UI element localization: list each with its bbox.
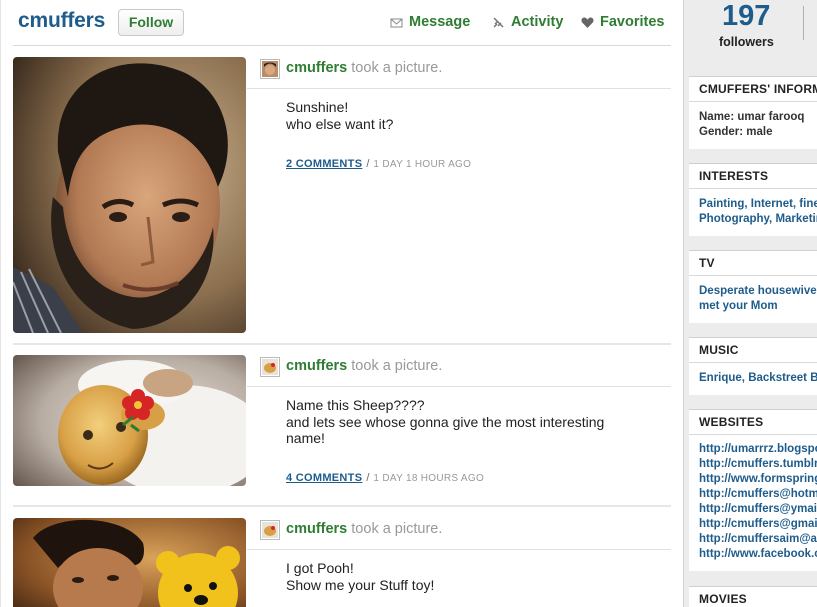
caption-line: Sunshine! [286,99,349,115]
avatar-image [262,359,278,375]
music-body: Enrique, Backstreet Boys [689,363,817,395]
info-gender: Gender: male [699,126,773,138]
music-line[interactable]: Enrique, Backstreet Boys [699,371,817,386]
caption-line: I got Pooh! [286,560,354,576]
portrait-photo [13,57,246,333]
interests-section: INTERESTS Painting, Internet, fine arts … [689,163,817,236]
main-column: cmuffers Follow Message Activity Favorit… [0,0,682,607]
tv-line[interactable]: Desperate housewives, How I [699,284,817,299]
websites-section: WEBSITES http://umarrrz.blogspot.com htt… [689,409,817,571]
profile-username[interactable]: cmuffers [18,9,105,33]
message-link[interactable]: Message [390,14,470,30]
activity-link[interactable]: Activity [492,14,563,30]
post-item: cmuffers took a picture. Name this Sheep… [13,355,671,510]
post-action: took a picture. [351,60,443,76]
music-title: MUSIC [689,338,817,363]
caption-line: Show me your Stuff toy! [286,576,435,593]
sheep-photo [13,355,246,486]
post-caption: Sunshine! who else want it? [286,99,393,132]
post-footer: 4 COMMENTS /1 DAY 18 HOURS AGO [286,472,484,484]
website-link[interactable]: http://www.formspring.me [699,472,817,487]
comments-link[interactable]: 4 COMMENTS [286,472,362,484]
caption-line: Name this Sheep???? [286,397,425,413]
website-link[interactable]: http://cmuffersaim@aol.com [699,532,817,547]
tv-line[interactable]: met your Mom [699,299,817,314]
heart-icon [581,16,594,28]
post-meta-divider [247,386,671,387]
post-timestamp: 1 DAY 18 HOURS AGO [373,473,485,484]
pooh-photo [13,518,246,607]
post-photo[interactable] [13,518,246,607]
header-divider [13,45,671,46]
post-photo[interactable] [13,57,246,333]
tv-title: TV [689,251,817,276]
followers-count: 197 [722,0,771,32]
website-link[interactable]: http://www.facebook.com [699,547,817,562]
tv-body: Desperate housewives, How I met your Mom [689,276,817,323]
message-label: Message [409,14,471,30]
website-link[interactable]: http://cmuffers@ymail.com [699,502,817,517]
post-meta: cmuffers took a picture. [286,358,442,374]
followers-label: followers [719,35,774,49]
favorites-link[interactable]: Favorites [581,14,664,30]
website-link[interactable]: http://cmuffers@hotmail.com [699,487,817,502]
post-author-link[interactable]: cmuffers [286,60,347,76]
footer-separator: / [366,472,370,484]
post-action: took a picture. [351,358,443,374]
followers-stat[interactable]: 197 followers [684,0,817,62]
activity-label: Activity [511,14,564,30]
post-author-link[interactable]: cmuffers [286,358,347,374]
post-meta: cmuffers took a picture. [286,521,442,537]
websites-title: WEBSITES [689,410,817,435]
author-avatar[interactable] [260,357,280,377]
info-section: CMUFFERS' INFORMATION Name: umar farooq … [689,76,817,149]
post-caption: I got Pooh! Show me your Stuff toy! [286,560,434,593]
author-avatar[interactable] [260,59,280,79]
post-item: cmuffers took a picture. Sunshine! who e… [13,57,671,347]
info-body: Name: umar farooq Gender: male [689,102,817,149]
website-link[interactable]: http://cmuffers@gmail.com [699,517,817,532]
movies-title: MOVIES [689,587,817,607]
movies-section: MOVIES [689,586,817,607]
profile-sidebar: 197 followers CMUFFERS' INFORMATION Name… [683,0,817,607]
caption-line: who else want it? [286,115,394,132]
post-footer: 2 COMMENTS /1 DAY 1 HOUR AGO [286,158,471,170]
post-action: took a picture. [351,521,443,537]
caption-line: name! [286,430,325,446]
author-avatar[interactable] [260,520,280,540]
post-meta-divider [247,88,671,89]
post-divider [13,343,671,345]
website-link[interactable]: http://umarrrz.blogspot.com [699,442,817,457]
activity-icon [493,16,504,28]
post-item: cmuffers took a picture. I got Pooh! Sho… [13,518,671,607]
interests-line[interactable]: Photography, Marketing [699,212,817,227]
tv-section: TV Desperate housewives, How I met your … [689,250,817,323]
caption-line: and lets see whose gonna give the most i… [286,413,605,430]
avatar-image [262,522,278,538]
websites-body: http://umarrrz.blogspot.com http://cmuff… [689,435,817,571]
post-author-link[interactable]: cmuffers [286,521,347,537]
post-divider [13,505,671,507]
interests-line[interactable]: Painting, Internet, fine arts [699,197,817,212]
post-caption: Name this Sheep???? and lets see whose g… [286,397,604,447]
envelope-icon [390,18,403,27]
post-meta: cmuffers took a picture. [286,60,442,76]
website-link[interactable]: http://cmuffers.tumblr.com [699,457,817,472]
comments-link[interactable]: 2 COMMENTS [286,158,362,170]
info-name: Name: umar farooq [699,111,805,123]
post-photo[interactable] [13,355,246,486]
interests-title: INTERESTS [689,164,817,189]
footer-separator: / [366,158,370,170]
interests-body: Painting, Internet, fine arts Photograph… [689,189,817,236]
follow-button[interactable]: Follow [118,9,184,36]
profile-header: cmuffers Follow Message Activity Favorit… [1,0,683,44]
favorites-label: Favorites [600,14,665,30]
info-title: CMUFFERS' INFORMATION [689,77,817,102]
post-timestamp: 1 DAY 1 HOUR AGO [373,159,472,170]
stat-divider [803,6,804,40]
avatar-image [262,61,278,77]
post-meta-divider [247,549,671,550]
music-section: MUSIC Enrique, Backstreet Boys [689,337,817,395]
